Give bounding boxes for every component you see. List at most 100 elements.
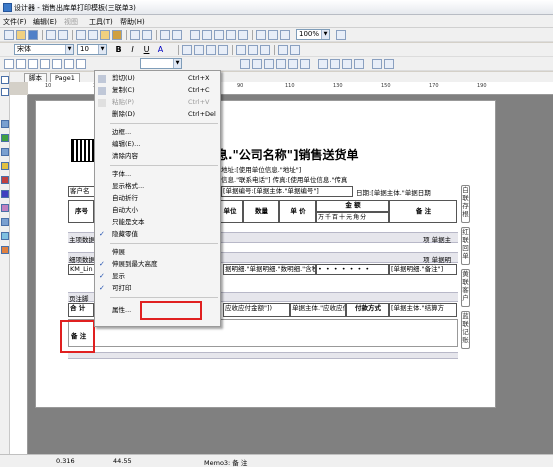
font-name-select[interactable]: 宋体 ▼: [14, 44, 74, 55]
menu-item-visible[interactable]: ✓ 显示: [95, 271, 220, 282]
address-text[interactable]: 地址:[使用单位信息."地址"]: [221, 164, 301, 174]
align-grid-icon[interactable]: [268, 30, 278, 40]
total-expr[interactable]: 应收应付金额"]): [223, 303, 290, 317]
cut-icon[interactable]: [76, 30, 86, 40]
print-icon[interactable]: [58, 30, 68, 40]
shape-object-icon[interactable]: [1, 218, 9, 226]
menu-item-stretch[interactable]: 伸展: [95, 247, 220, 258]
menu-item-border[interactable]: 边框...: [95, 127, 220, 138]
menu-item-cut[interactable]: 剪切(U) Ctrl+X: [95, 73, 220, 84]
space-vert-icon[interactable]: [330, 59, 340, 69]
menu-item-text-only[interactable]: 只能是文本: [95, 217, 220, 228]
open-icon[interactable]: [16, 30, 26, 40]
qr-code-image[interactable]: [71, 139, 94, 162]
pay-method-label[interactable]: 付款方式: [346, 303, 389, 317]
menu-file[interactable]: 文件(F): [3, 17, 27, 27]
valign-center-icon[interactable]: [248, 45, 258, 55]
page-footer-band[interactable]: [68, 352, 458, 359]
new-icon[interactable]: [4, 30, 14, 40]
align-middles-icon[interactable]: [288, 59, 298, 69]
menu-item-format[interactable]: 显示格式...: [95, 181, 220, 192]
picture-object-icon[interactable]: [1, 148, 9, 156]
col-remark-header[interactable]: 备 注: [389, 200, 457, 223]
menu-item-clear[interactable]: 清除内容: [95, 151, 220, 162]
align-center-icon[interactable]: [194, 45, 204, 55]
frame-all-icon[interactable]: [52, 59, 62, 69]
subreport-icon[interactable]: [1, 162, 9, 170]
bill-no-cell[interactable]: [单据编号:[单据主体."单据编号"]: [221, 186, 353, 197]
preview-icon[interactable]: [46, 30, 56, 40]
format-painter-icon[interactable]: [112, 30, 122, 40]
center-horz-icon[interactable]: [342, 59, 352, 69]
menu-item-delete[interactable]: 删除(D) Ctrl+Del: [95, 109, 220, 120]
align-lefts-icon[interactable]: [240, 59, 250, 69]
date-label[interactable]: 日期:[单据主体."单据日期: [356, 187, 431, 197]
menu-item-paste[interactable]: 粘贴(P) Ctrl+V: [95, 97, 220, 108]
side-strip-yellow[interactable]: 黄联客户: [461, 269, 470, 307]
fit-grid-icon[interactable]: [280, 30, 290, 40]
underline-button[interactable]: U: [141, 44, 152, 55]
col-seq-header[interactable]: 序号: [68, 200, 94, 223]
zoom-select[interactable]: 100% ▼: [296, 29, 330, 40]
settle-cell[interactable]: [单据主体."结算方: [389, 303, 457, 317]
group-icon[interactable]: [160, 30, 170, 40]
align-centers-icon[interactable]: [252, 59, 262, 69]
total-label[interactable]: 合 计: [68, 303, 94, 317]
redo-icon[interactable]: [142, 30, 152, 40]
save-icon[interactable]: [28, 30, 38, 40]
copy-icon[interactable]: [88, 30, 98, 40]
frame-left-icon[interactable]: [28, 59, 38, 69]
phone-text[interactable]: 信息."联系电话"] 传真:[使用单位信息."传真: [221, 174, 347, 184]
menu-item-wordwrap[interactable]: 自动折行: [95, 193, 220, 204]
tab-script[interactable]: 脚本: [24, 73, 47, 82]
same-width-icon[interactable]: [372, 59, 382, 69]
space-horz-icon[interactable]: [318, 59, 328, 69]
checkbox-object-icon[interactable]: [1, 246, 9, 254]
side-strip-red[interactable]: 红联回单: [461, 227, 470, 265]
frame-none-icon[interactable]: [64, 59, 74, 69]
menu-item-printable[interactable]: ✓ 可打印: [95, 283, 220, 294]
center-vert-icon[interactable]: [354, 59, 364, 69]
barcode-object-icon[interactable]: [1, 204, 9, 212]
align-right-icon[interactable]: [206, 45, 216, 55]
side-strip-blue[interactable]: 蓝联记账: [461, 311, 470, 349]
ungroup-icon[interactable]: [172, 30, 182, 40]
bold-button[interactable]: B: [113, 44, 124, 55]
rotation-icon[interactable]: [290, 45, 300, 55]
delete-page-icon[interactable]: [214, 30, 224, 40]
font-size-select[interactable]: 10 ▼: [77, 44, 107, 55]
menu-item-font[interactable]: 字体...: [95, 169, 220, 180]
menu-view[interactable]: 视图: [64, 17, 78, 27]
frame-bottom-icon[interactable]: [16, 59, 26, 69]
font-color-button[interactable]: A: [155, 44, 166, 55]
highlight-icon[interactable]: [278, 45, 288, 55]
band-object-icon[interactable]: [1, 134, 9, 142]
shadow-icon[interactable]: [76, 59, 86, 69]
menu-item-copy[interactable]: 复制(C) Ctrl+C: [95, 85, 220, 96]
menu-item-autosize[interactable]: 自动大小: [95, 205, 220, 216]
frame-right-icon[interactable]: [40, 59, 50, 69]
align-left-icon[interactable]: [182, 45, 192, 55]
col-price-header[interactable]: 单 价: [279, 200, 316, 223]
frame-top-icon[interactable]: [4, 59, 14, 69]
page-icon[interactable]: [238, 30, 248, 40]
valign-top-icon[interactable]: [236, 45, 246, 55]
menu-item-hide-zeros[interactable]: ✓ 隐藏零值: [95, 229, 220, 240]
chart-object-icon[interactable]: [1, 190, 9, 198]
align-bottoms-icon[interactable]: [300, 59, 310, 69]
text-object-icon[interactable]: [1, 120, 9, 128]
italic-button[interactable]: I: [127, 44, 138, 55]
page-setup-icon[interactable]: [226, 30, 236, 40]
align-tops-icon[interactable]: [276, 59, 286, 69]
line-style-select[interactable]: ▼: [140, 58, 182, 69]
hand-tool-icon[interactable]: [1, 88, 9, 96]
side-strip-white[interactable]: 白联存根: [461, 185, 470, 223]
detail-row-mid[interactable]: 据明细."单据明细."数明细."含税: [223, 264, 316, 275]
menu-edit[interactable]: 编辑(E): [33, 17, 57, 27]
select-tool-icon[interactable]: [1, 76, 9, 84]
undo-icon[interactable]: [130, 30, 140, 40]
line-object-icon[interactable]: [1, 176, 9, 184]
menu-item-stretch-max[interactable]: ✓ 伸展到最大高度: [95, 259, 220, 270]
detail-row-dots[interactable]: • • • • • • •: [316, 264, 389, 275]
menu-tools[interactable]: 工具(T): [89, 17, 113, 27]
